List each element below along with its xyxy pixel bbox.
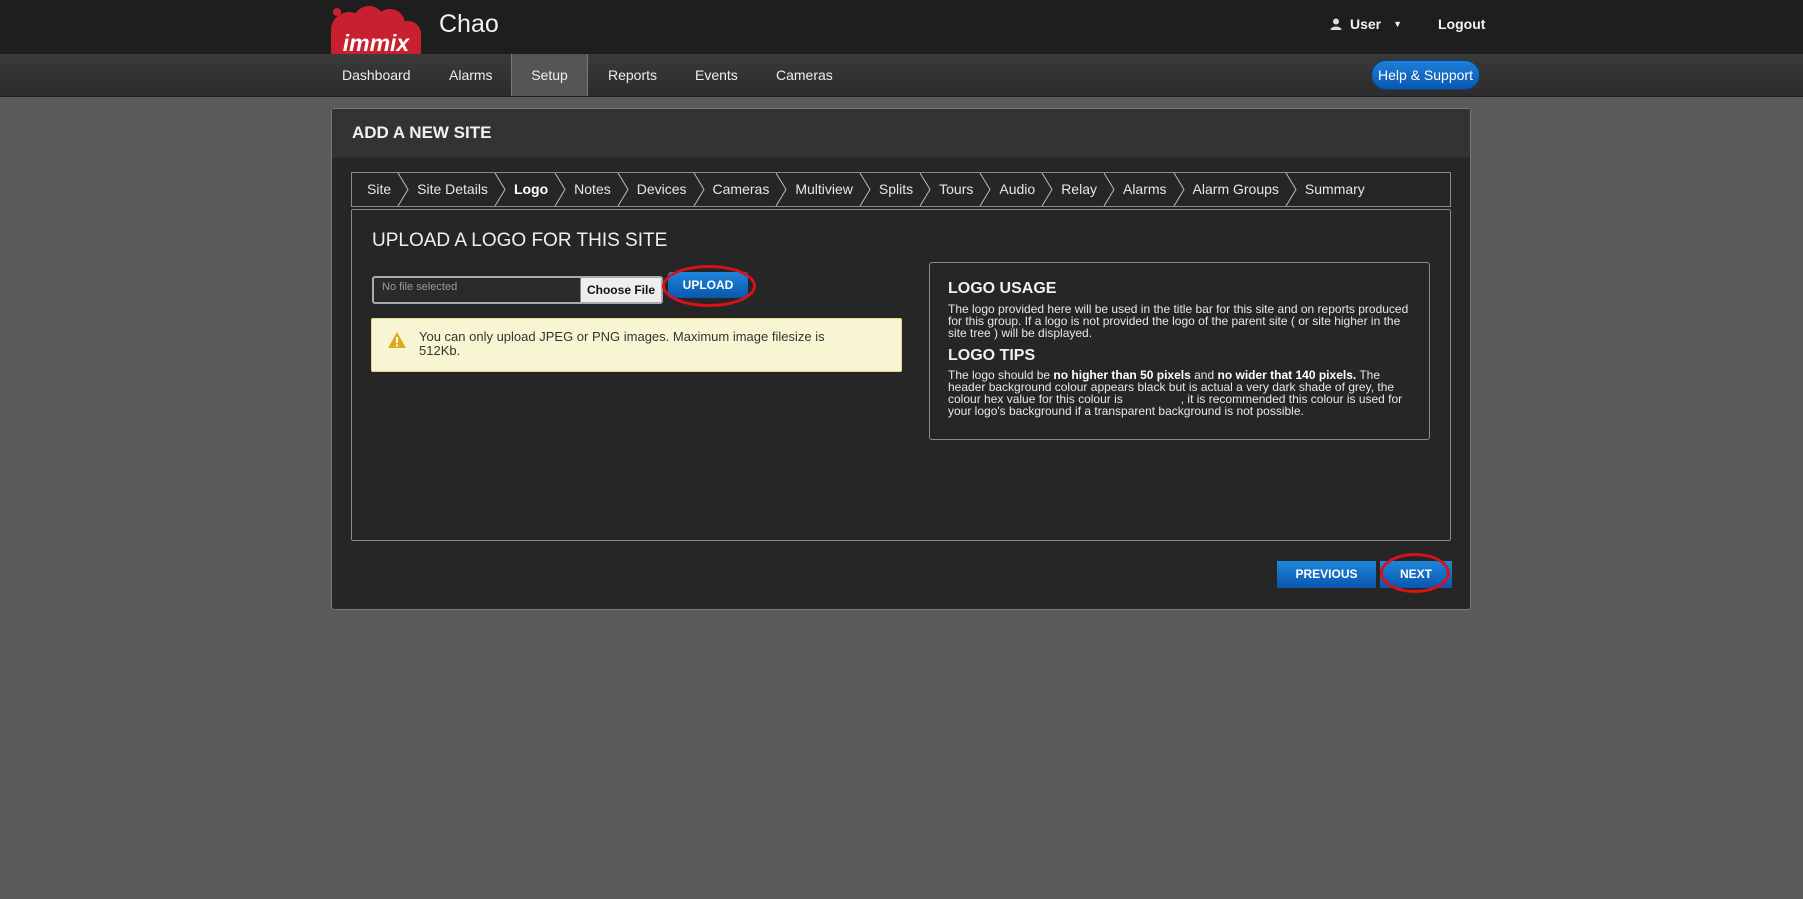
wizard-step-multiview[interactable]: Multiview	[781, 173, 871, 206]
add-site-panel: ADD A NEW SITE Site Site Details Logo No…	[331, 108, 1471, 610]
wizard-step-site-details[interactable]: Site Details	[403, 173, 506, 206]
wizard-step-tours[interactable]: Tours	[925, 173, 991, 206]
main-nav: Dashboard Alarms Setup Reports Events Ca…	[0, 54, 1803, 97]
upload-highlight-ring	[662, 265, 756, 307]
choose-file-button[interactable]: Choose File	[580, 278, 661, 302]
logo-info-box: LOGO USAGE The logo provided here will b…	[929, 262, 1430, 440]
logo-file-input[interactable]: No file selected Choose File	[372, 276, 663, 304]
nav-reports[interactable]: Reports	[608, 54, 657, 96]
upload-warning: You can only upload JPEG or PNG images. …	[371, 318, 902, 372]
wizard-step-site[interactable]: Site	[352, 173, 409, 206]
logo-tips-title: LOGO TIPS	[948, 347, 1036, 364]
nav-cameras[interactable]: Cameras	[776, 54, 833, 96]
top-header: immix Chao User ▼ Logout	[0, 0, 1803, 54]
wizard-steps: Site Site Details Logo Notes Devices Cam…	[351, 172, 1451, 207]
user-icon	[1330, 18, 1342, 30]
next-highlight-ring	[1380, 553, 1450, 593]
logo-tips-text: The logo should be no higher than 50 pix…	[948, 368, 1403, 418]
wizard-step-summary[interactable]: Summary	[1291, 173, 1377, 206]
logo-usage-title: LOGO USAGE	[948, 280, 1057, 297]
help-support-button[interactable]: Help & Support	[1372, 61, 1479, 89]
nav-alarms[interactable]: Alarms	[449, 54, 493, 96]
wizard-step-splits[interactable]: Splits	[865, 173, 931, 206]
nav-dashboard[interactable]: Dashboard	[342, 54, 411, 96]
section-title: UPLOAD A LOGO FOR THIS SITE	[372, 230, 668, 251]
site-name: Chao	[439, 10, 499, 38]
logout-link[interactable]: Logout	[1438, 16, 1485, 32]
chevron-down-icon: ▼	[1393, 19, 1403, 29]
logo-usage-text: The logo provided here will be used in t…	[948, 302, 1409, 340]
file-placeholder: No file selected	[382, 281, 458, 293]
warning-text: You can only upload JPEG or PNG images. …	[419, 329, 825, 358]
nav-events[interactable]: Events	[695, 54, 738, 96]
wizard-step-alarms[interactable]: Alarms	[1109, 173, 1185, 206]
wizard-step-notes[interactable]: Notes	[560, 173, 629, 206]
panel-header: ADD A NEW SITE	[332, 109, 1470, 158]
nav-setup[interactable]: Setup	[511, 54, 588, 96]
wizard-step-relay[interactable]: Relay	[1047, 173, 1115, 206]
user-label: User	[1350, 16, 1382, 32]
wizard-step-alarm-groups[interactable]: Alarm Groups	[1179, 173, 1297, 206]
wizard-step-audio[interactable]: Audio	[985, 173, 1053, 206]
wizard-step-logo[interactable]: Logo	[500, 173, 566, 206]
brand-text: immix	[343, 30, 411, 54]
immix-logo[interactable]: immix	[324, 4, 428, 54]
wizard-step-cameras[interactable]: Cameras	[699, 173, 787, 206]
previous-button[interactable]: PREVIOUS	[1277, 561, 1376, 588]
warning-icon	[388, 332, 406, 348]
logo-upload-section: UPLOAD A LOGO FOR THIS SITE No file sele…	[351, 209, 1451, 541]
wizard-step-devices[interactable]: Devices	[623, 173, 705, 206]
panel-title: ADD A NEW SITE	[352, 123, 492, 142]
user-menu[interactable]: User ▼	[1330, 16, 1402, 32]
